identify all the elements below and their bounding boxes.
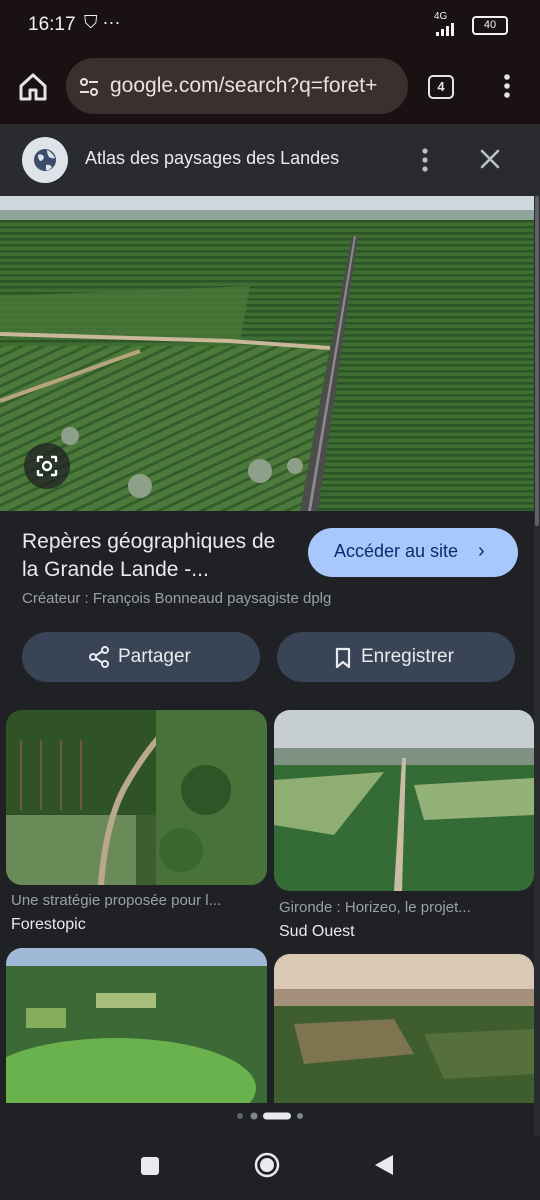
related-image-gironde bbox=[274, 710, 534, 891]
network-label: 4G bbox=[434, 11, 448, 22]
sheet-title: Atlas des paysages des Landes bbox=[85, 148, 340, 168]
tab-switcher-button[interactable]: 4 bbox=[428, 75, 454, 99]
related-source-2: Sud Ouest bbox=[279, 923, 355, 940]
recents-icon[interactable] bbox=[139, 1155, 161, 1177]
visit-site-button[interactable]: Accéder au site › bbox=[308, 528, 518, 577]
browser-menu-icon[interactable] bbox=[496, 72, 518, 100]
url-text[interactable]: google.com/search?q=foret+ bbox=[110, 74, 398, 98]
site-favicon bbox=[22, 137, 68, 183]
status-notification-icons: ⛉ ··· bbox=[84, 12, 121, 32]
home-nav-icon[interactable] bbox=[253, 1151, 281, 1179]
visit-site-label: Accéder au site bbox=[334, 541, 459, 561]
related-image-2[interactable] bbox=[274, 710, 534, 891]
back-icon[interactable] bbox=[373, 1153, 395, 1177]
hero-image[interactable] bbox=[0, 196, 534, 511]
related-caption-1[interactable]: Une stratégie proposée pour l... bbox=[11, 892, 269, 909]
status-time: 16:17 bbox=[28, 14, 76, 35]
pagination-dots bbox=[237, 1112, 303, 1120]
save-button[interactable]: Enregistrer bbox=[277, 632, 515, 682]
related-image-forest-track bbox=[6, 710, 267, 885]
related-caption-2[interactable]: Gironde : Horizeo, le projet... bbox=[279, 899, 537, 916]
bookmark-icon bbox=[335, 647, 351, 669]
site-settings-icon[interactable] bbox=[78, 76, 100, 98]
related-image-4[interactable] bbox=[274, 954, 534, 1103]
globe-icon bbox=[34, 149, 56, 171]
scrollbar-thumb[interactable] bbox=[535, 196, 539, 526]
close-icon[interactable] bbox=[476, 145, 504, 173]
creator-credit: Créateur : François Bonneaud paysagiste … bbox=[22, 590, 332, 607]
signal-icon bbox=[436, 23, 454, 36]
battery-icon: 40 bbox=[472, 16, 508, 35]
network-indicator: 4G bbox=[434, 12, 460, 36]
related-source-1: Forestopic bbox=[11, 916, 86, 933]
save-label: Enregistrer bbox=[361, 646, 454, 667]
hero-image-forest bbox=[0, 196, 534, 511]
share-icon bbox=[89, 646, 109, 668]
status-bar: 16:17 ⛉ ··· 4G 40 bbox=[0, 0, 540, 50]
related-image-1[interactable] bbox=[6, 710, 267, 885]
related-image-3[interactable] bbox=[6, 948, 267, 1103]
chevron-right-icon: › bbox=[478, 540, 485, 562]
related-image-fields bbox=[6, 948, 267, 1103]
more-options-icon[interactable] bbox=[414, 146, 436, 174]
lens-icon bbox=[36, 455, 58, 477]
share-label: Partager bbox=[118, 646, 191, 667]
home-icon[interactable] bbox=[16, 70, 50, 104]
result-title[interactable]: Repères géographiques de la Grande Lande… bbox=[22, 528, 292, 584]
google-lens-button[interactable] bbox=[24, 443, 70, 489]
share-button[interactable]: Partager bbox=[22, 632, 260, 682]
related-image-sunset-forest bbox=[274, 954, 534, 1103]
system-nav-bar bbox=[0, 1136, 540, 1200]
